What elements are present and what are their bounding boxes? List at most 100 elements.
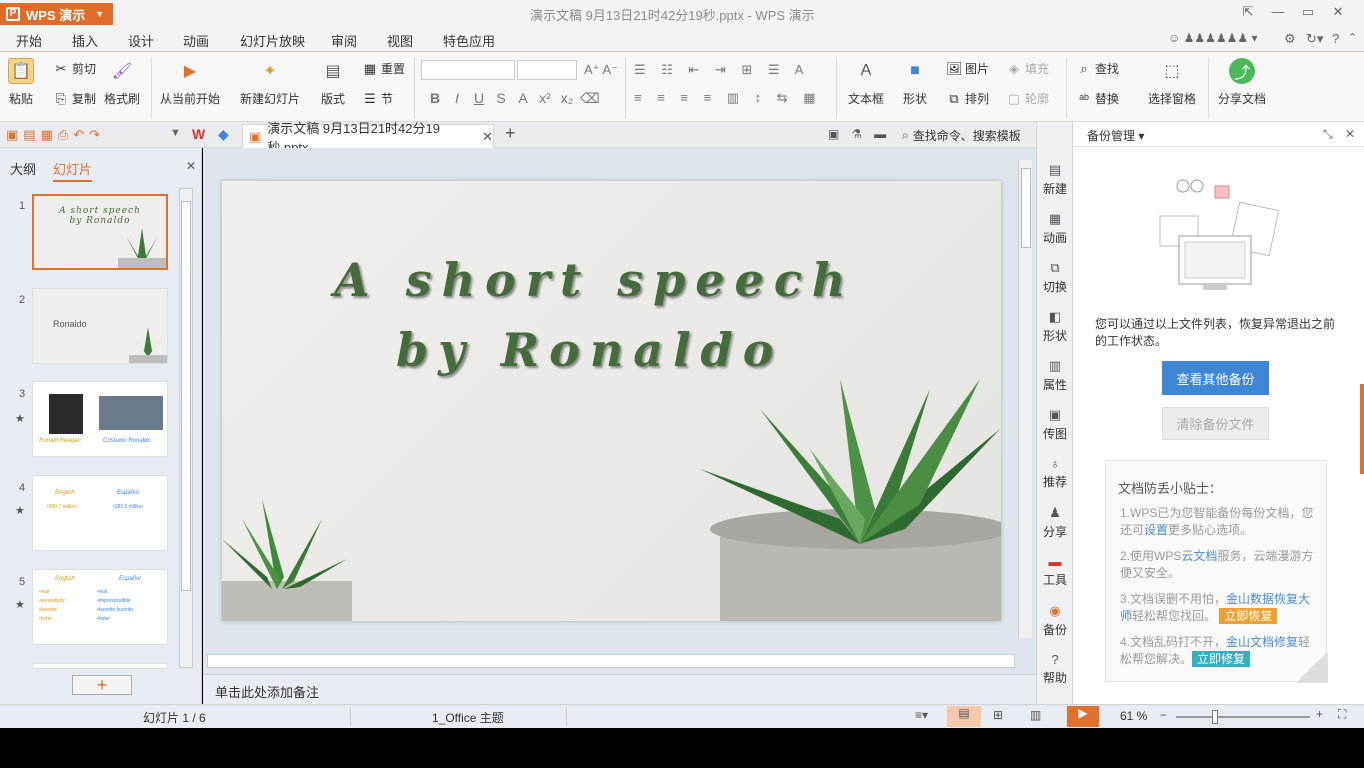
zoom-out-button[interactable]: − [1160, 708, 1167, 722]
tab-tool-icons[interactable]: ▣⚗▬ [828, 127, 898, 141]
view-other-backups-button[interactable]: 查看其他备份 [1162, 361, 1269, 395]
minimize-button[interactable]: — [1266, 4, 1290, 22]
side-upload-image[interactable]: ▣ 传图 [1037, 407, 1073, 442]
reading-view-button[interactable]: ▥ [1030, 708, 1041, 722]
slide-sorter-button[interactable]: ⊞ [993, 708, 1003, 722]
subscript-icon[interactable]: x₂ [558, 90, 576, 107]
backup-panel-title[interactable]: 备份管理 ▾ [1087, 127, 1144, 144]
shape-button[interactable]: ■ 形状 [902, 58, 928, 107]
menu-insert[interactable]: 插入 [72, 31, 98, 50]
paste-button[interactable]: 📋 粘贴 [8, 58, 34, 107]
canvas-vertical-scrollbar[interactable] [1018, 160, 1032, 638]
sync-icon[interactable]: ↻▾ [1306, 31, 1323, 47]
canvas-horizontal-scrollbar[interactable] [207, 654, 1015, 668]
superscript-icon[interactable]: x² [536, 90, 554, 107]
side-recommend[interactable]: ♁ 推荐 [1037, 456, 1073, 490]
zoom-slider-thumb[interactable] [1212, 710, 1218, 724]
restore-ribbon-icon[interactable]: ⇱ [1236, 4, 1260, 22]
zoom-level[interactable]: 61 % [1120, 709, 1147, 723]
thumb-scrollbar[interactable] [179, 188, 193, 668]
cube-icon[interactable]: ◆ [218, 126, 229, 143]
fill-button[interactable]: ◈ 填充 [1006, 60, 1049, 77]
from-current-button[interactable]: ▶ 从当前开始 [160, 58, 220, 107]
chevron-down-icon[interactable]: ▼ [170, 127, 181, 139]
arrange-button[interactable]: ⧉ 排列 [946, 90, 989, 107]
menu-design[interactable]: 设计 [128, 31, 154, 50]
cut-button[interactable]: ✂ 剪切 [53, 60, 96, 77]
italic-icon[interactable]: I [448, 90, 466, 107]
menu-slideshow[interactable]: 幻灯片放映 [240, 31, 305, 50]
chevron-up-icon[interactable]: ⌃ [1348, 31, 1357, 44]
menu-special[interactable]: 特色应用 [443, 31, 495, 50]
slide-canvas[interactable]: A short speech by Ronaldo [222, 181, 1001, 621]
textbox-button[interactable]: A 文本框 [848, 58, 884, 107]
panel-edge-handle[interactable] [1360, 384, 1364, 474]
menu-review[interactable]: 审阅 [331, 31, 357, 50]
notes-pane[interactable]: 单击此处添加备注 [203, 674, 1036, 704]
zoom-slider[interactable] [1176, 710, 1310, 724]
maximize-button[interactable]: ▭ [1296, 4, 1320, 22]
tab-slides[interactable]: 幻灯片 [53, 159, 93, 182]
format-painter-button[interactable]: 🖌 格式刷 [104, 58, 140, 107]
clear-format-icon[interactable]: ⌫ [580, 90, 600, 107]
app-menu-button[interactable]: P WPS 演示 ▼ [0, 3, 113, 25]
close-panel-icon[interactable]: ✕ [1345, 127, 1355, 141]
side-tools[interactable]: ▬ 工具 [1037, 554, 1073, 588]
tab-outline[interactable]: 大纲 [10, 159, 36, 178]
find-button[interactable]: ⌕ 查找 [1076, 60, 1119, 77]
bold-icon[interactable]: B [426, 90, 444, 107]
side-new[interactable]: ▤ 新建 [1037, 162, 1073, 197]
thumb-slide-6-partial[interactable] [32, 663, 168, 669]
doc-repair-link[interactable]: 金山文档修复 [1226, 635, 1298, 649]
notes-placeholder[interactable]: 单击此处添加备注 [215, 682, 319, 701]
zoom-in-button[interactable]: + [1316, 707, 1323, 721]
grow-font-icon[interactable]: A⁺ A⁻ [584, 62, 618, 78]
thumb-slide-1[interactable]: A short speech by Ronaldo [32, 194, 168, 270]
font-size-select[interactable] [517, 60, 577, 80]
font-color-icon[interactable]: A [514, 90, 532, 107]
new-tab-button[interactable]: + [505, 123, 516, 144]
side-backup[interactable]: ◉ 备份 [1037, 603, 1073, 638]
picture-button[interactable]: 🖼 图片 [946, 60, 989, 77]
scroll-thumb[interactable] [181, 201, 191, 591]
list-format-icons[interactable]: ☰ ☷ ⇤ ⇥ ⊞ ☰ A [634, 62, 809, 78]
add-slide-button[interactable]: + [72, 675, 132, 695]
thumb-slide-2[interactable]: Ronaldo [32, 288, 168, 364]
side-properties[interactable]: ▥ 属性 [1037, 358, 1073, 393]
outline-button[interactable]: ▢ 轮廓 [1006, 90, 1049, 107]
side-help[interactable]: ? 帮助 [1037, 652, 1073, 686]
slide-title[interactable]: A short speech [334, 253, 855, 307]
shadow-icon[interactable]: S [492, 90, 510, 107]
align-icons[interactable]: ≡ ≡ ≡ ≡ ▥ ↕ ⇆ ▦ [634, 90, 822, 106]
side-animation[interactable]: ▦ 动画 [1037, 211, 1073, 246]
menu-animation[interactable]: 动画 [183, 31, 209, 50]
help-icon[interactable]: ? [1332, 31, 1339, 46]
cloud-doc-link[interactable]: 云文档 [1181, 549, 1217, 563]
recover-now-button[interactable]: 立即恢复 [1219, 608, 1278, 624]
share-doc-button[interactable]: ⤴ 分享文档 [1218, 58, 1266, 107]
quick-access-icons[interactable]: ▣▤▦⎙↶↷ [6, 127, 105, 143]
thumb-slide-5[interactable]: English Español •real •serendipity •favori… [32, 569, 168, 645]
thumb-slide-3[interactable]: Ronald Reagan Cristiano Ronaldo [32, 381, 168, 457]
command-search[interactable]: ⌕ 查找命令、搜索模板 [902, 127, 1021, 144]
user-icons[interactable]: ☺ ♟♟♟♟♟♟ ▾ [1168, 31, 1258, 45]
layout-button[interactable]: ▤ 版式 [320, 58, 346, 107]
wps-w-icon[interactable]: W [192, 126, 205, 142]
notes-toggle-icon[interactable]: ≡▾ [915, 708, 928, 722]
side-transition[interactable]: ⧉ 切换 [1037, 260, 1073, 295]
replace-button[interactable]: ᵃᵇ 替换 [1076, 90, 1119, 107]
close-panel-icon[interactable]: ✕ [186, 159, 196, 173]
side-share[interactable]: ♟ 分享 [1037, 505, 1073, 540]
underline-icon[interactable]: U [470, 90, 488, 107]
doc-tab[interactable]: ▣ 演示文稿 9月13日21时42分19秒.pptx ✕ [242, 121, 494, 155]
collapse-icon[interactable]: ⤡ [1323, 127, 1333, 142]
play-slideshow-button[interactable]: ▶ [1067, 706, 1099, 727]
reset-button[interactable]: ▦ 重置 [362, 60, 405, 77]
thumb-slide-4[interactable]: English Español •300.7 million •383.5 mi… [32, 475, 168, 551]
new-slide-button[interactable]: ✦ 新建幻灯片 [240, 58, 300, 107]
section-button[interactable]: ☰ 节 [362, 90, 393, 107]
close-button[interactable]: ✕ [1326, 4, 1350, 22]
menu-home[interactable]: 开始 [16, 31, 43, 54]
menu-view[interactable]: 视图 [387, 31, 413, 50]
scroll-thumb[interactable] [1021, 168, 1031, 248]
